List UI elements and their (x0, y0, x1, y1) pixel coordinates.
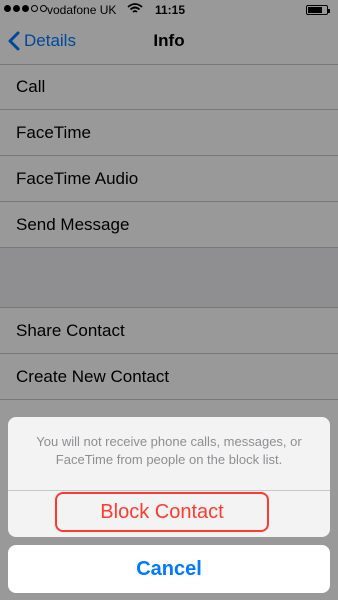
action-sheet-message: You will not receive phone calls, messag… (36, 434, 302, 467)
block-contact-button[interactable]: Block Contact (55, 492, 269, 532)
divider (8, 490, 330, 491)
cancel-button[interactable]: Cancel (8, 545, 330, 593)
